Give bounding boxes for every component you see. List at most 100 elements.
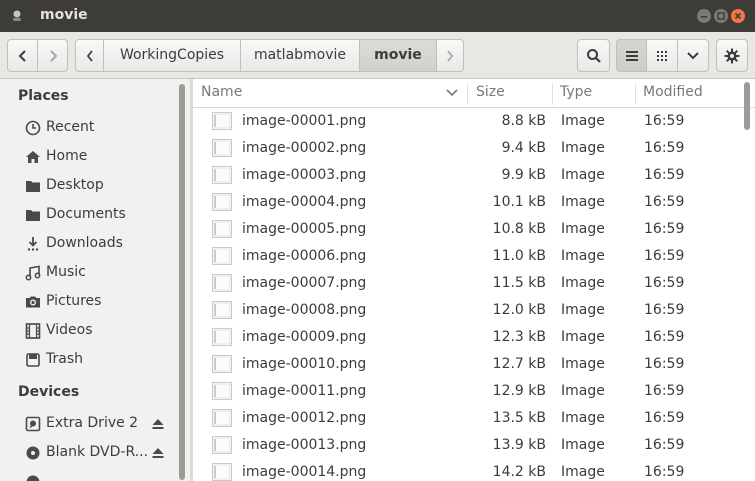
file-type: Image (561, 248, 605, 264)
back-button[interactable] (7, 39, 38, 72)
file-type: Image (561, 356, 605, 372)
sidebar-item-home[interactable]: Home (0, 145, 178, 171)
breadcrumb-item[interactable]: matlabmovie (240, 39, 360, 72)
file-list: Name Size Type Modified image-00001.png 8… (193, 79, 755, 481)
file-modified: 16:59 (644, 248, 685, 264)
sidebar-item-blank-dvd[interactable]: Blank DVD-R... (0, 441, 178, 467)
breadcrumb-item[interactable]: WorkingCopies (103, 39, 241, 72)
sidebar-item-partial[interactable] (0, 470, 178, 481)
sidebar-item-music[interactable]: Music (0, 261, 178, 287)
sidebar-heading-places: Places (18, 88, 69, 104)
sidebar-item-label: Trash (46, 351, 83, 367)
search-button[interactable] (577, 39, 610, 72)
file-size: 12.0 kB (492, 302, 546, 318)
sidebar-item-label: Documents (46, 206, 126, 222)
file-modified: 16:59 (644, 302, 685, 318)
table-row[interactable]: image-00005.png 10.8 kB Image 16:59 (193, 216, 740, 243)
forward-button[interactable] (37, 39, 68, 72)
file-name: image-00003.png (242, 167, 367, 183)
image-file-icon (212, 382, 232, 400)
table-row[interactable]: image-00008.png 12.0 kB Image 16:59 (193, 297, 740, 324)
breadcrumb-scroll-right[interactable] (436, 39, 464, 72)
sidebar-item-recent[interactable]: Recent (0, 116, 178, 142)
breadcrumb-item-current[interactable]: movie (359, 39, 437, 72)
file-size: 8.8 kB (501, 113, 546, 129)
table-row[interactable]: image-00006.png 11.0 kB Image 16:59 (193, 243, 740, 270)
image-file-icon (212, 166, 232, 184)
column-divider[interactable] (467, 83, 468, 105)
table-row[interactable]: image-00013.png 13.9 kB Image 16:59 (193, 432, 740, 459)
sidebar-scrollbar[interactable] (179, 84, 185, 480)
column-size[interactable]: Size (476, 84, 505, 100)
image-file-icon (212, 301, 232, 319)
image-file-icon (212, 139, 232, 157)
minimize-button[interactable] (697, 9, 711, 23)
eject-icon[interactable] (151, 417, 165, 431)
file-type: Image (561, 221, 605, 237)
file-name: image-00002.png (242, 140, 367, 156)
eject-icon[interactable] (151, 446, 165, 460)
column-type[interactable]: Type (560, 84, 592, 100)
table-row[interactable]: image-00014.png 14.2 kB Image 16:59 (193, 459, 740, 481)
close-button[interactable] (731, 9, 745, 23)
sidebar-item-desktop[interactable]: Desktop (0, 174, 178, 200)
table-row[interactable]: image-00003.png 9.9 kB Image 16:59 (193, 162, 740, 189)
file-name: image-00001.png (242, 113, 367, 129)
app-menu-icon[interactable] (10, 9, 24, 23)
list-icon (625, 50, 638, 61)
file-list-scrollbar[interactable] (744, 82, 750, 130)
table-row[interactable]: image-00012.png 13.5 kB Image 16:59 (193, 405, 740, 432)
image-file-icon (212, 436, 232, 454)
table-row[interactable]: image-00007.png 11.5 kB Image 16:59 (193, 270, 740, 297)
file-name: image-00013.png (242, 437, 367, 453)
image-file-icon (212, 247, 232, 265)
table-row[interactable]: image-00001.png 8.8 kB Image 16:59 (193, 108, 740, 135)
column-divider[interactable] (552, 83, 553, 105)
settings-button[interactable] (716, 39, 748, 72)
title-bar: movie (0, 0, 755, 32)
column-name[interactable]: Name (201, 84, 242, 100)
list-view-button[interactable] (616, 39, 647, 72)
file-size: 10.8 kB (492, 221, 546, 237)
table-row[interactable]: image-00004.png 10.1 kB Image 16:59 (193, 189, 740, 216)
trash-icon (26, 353, 40, 367)
view-options-button[interactable] (677, 39, 709, 72)
maximize-button[interactable] (714, 9, 728, 23)
table-row[interactable]: image-00009.png 12.3 kB Image 16:59 (193, 324, 740, 351)
chevron-down-icon[interactable] (446, 89, 458, 97)
sidebar-item-pictures[interactable]: Pictures (0, 290, 178, 316)
image-file-icon (212, 220, 232, 238)
file-modified: 16:59 (644, 140, 685, 156)
file-name: image-00011.png (242, 383, 367, 399)
documents-icon (26, 210, 40, 221)
table-row[interactable]: image-00002.png 9.4 kB Image 16:59 (193, 135, 740, 162)
column-divider[interactable] (635, 83, 636, 105)
table-row[interactable]: image-00010.png 12.7 kB Image 16:59 (193, 351, 740, 378)
sidebar-item-videos[interactable]: Videos (0, 319, 178, 345)
search-icon (586, 48, 601, 63)
file-size: 9.4 kB (501, 140, 546, 156)
grid-icon (657, 50, 667, 61)
sidebar-item-downloads[interactable]: Downloads (0, 232, 178, 258)
file-type: Image (561, 113, 605, 129)
table-row[interactable]: image-00011.png 12.9 kB Image 16:59 (193, 378, 740, 405)
disc-icon (26, 446, 40, 460)
file-type: Image (561, 383, 605, 399)
image-file-icon (212, 355, 232, 373)
sidebar-item-documents[interactable]: Documents (0, 203, 178, 229)
column-modified[interactable]: Modified (643, 84, 703, 100)
sidebar-item-trash[interactable]: Trash (0, 348, 178, 374)
breadcrumb-scroll-left[interactable] (75, 39, 104, 72)
image-file-icon (212, 193, 232, 211)
file-name: image-00009.png (242, 329, 367, 345)
chevron-left-icon (18, 49, 26, 62)
file-name: image-00012.png (242, 410, 367, 426)
file-size: 9.9 kB (501, 167, 546, 183)
file-type: Image (561, 437, 605, 453)
toolbar: WorkingCopies matlabmovie movie (0, 32, 755, 79)
sidebar-item-extra-drive-2[interactable]: Extra Drive 2 (0, 412, 178, 438)
grid-view-button[interactable] (646, 39, 678, 72)
file-modified: 16:59 (644, 329, 685, 345)
drive-icon (25, 416, 41, 432)
file-name: image-00006.png (242, 248, 367, 264)
